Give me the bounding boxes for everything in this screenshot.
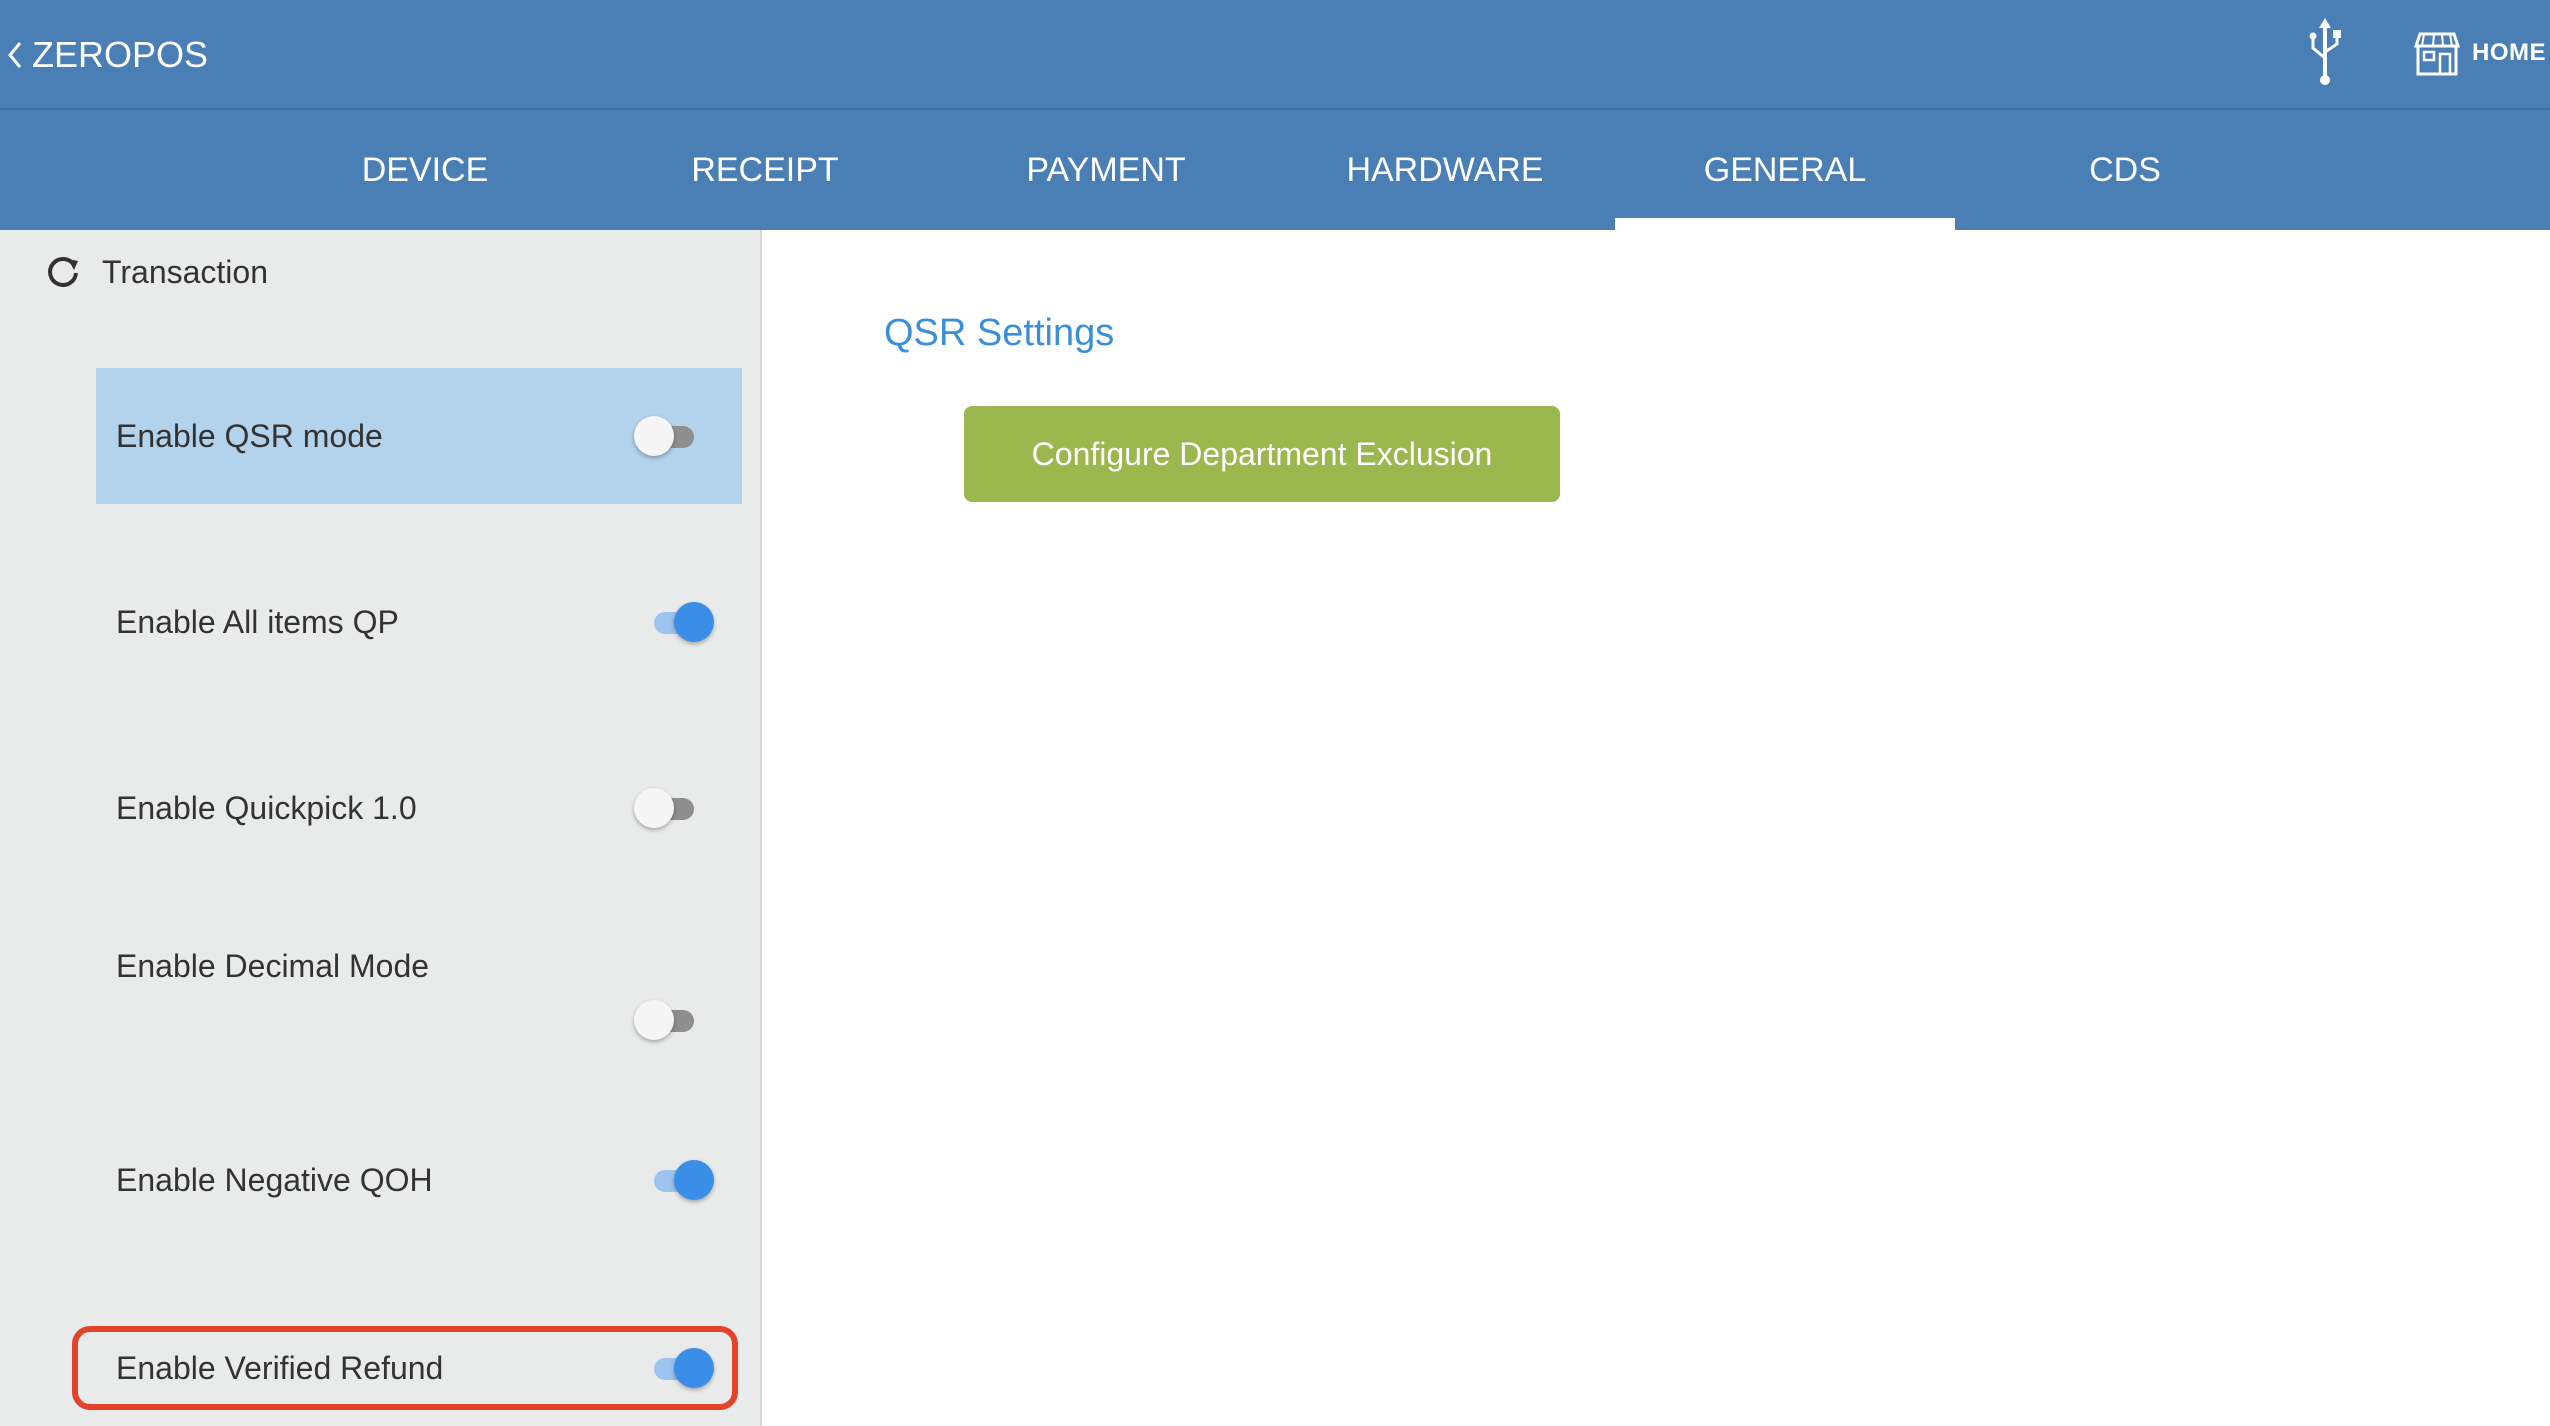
tab-bar: DEVICE RECEIPT PAYMENT HARDWARE GENERAL … [0, 110, 2550, 230]
configure-department-exclusion-button[interactable]: Configure Department Exclusion [964, 406, 1560, 502]
all-items-qp-toggle[interactable] [650, 597, 714, 647]
top-bar: ZEROPOS HOME [0, 0, 2550, 110]
qsr-mode-toggle[interactable] [634, 411, 698, 461]
main-content: QSR Settings Configure Department Exclus… [764, 230, 2550, 1426]
home-label: HOME [2472, 39, 2546, 66]
tab-receipt[interactable]: RECEIPT [595, 110, 935, 230]
setting-label: Enable Quickpick 1.0 [116, 789, 417, 826]
setting-row-qsr-mode[interactable]: Enable QSR mode [96, 368, 742, 504]
back-button[interactable]: ZEROPOS [0, 0, 208, 110]
setting-label: Enable All items QP [116, 603, 399, 640]
settings-sidebar: Transaction Enable QSR mode Enable All i… [0, 230, 762, 1426]
app-title: ZEROPOS [32, 34, 209, 75]
refresh-icon [48, 257, 78, 287]
setting-label: Enable QSR mode [116, 417, 383, 454]
setting-row-decimal-mode[interactable]: Enable Decimal Mode [96, 900, 742, 1100]
store-icon [2413, 32, 2461, 76]
setting-row-verified-refund[interactable]: Enable Verified Refund [72, 1326, 738, 1410]
decimal-mode-toggle[interactable] [634, 995, 698, 1045]
quickpick-toggle[interactable] [634, 783, 698, 833]
tab-hardware[interactable]: HARDWARE [1275, 110, 1615, 230]
qsr-settings-title: QSR Settings [884, 312, 1115, 354]
transaction-section-header[interactable]: Transaction [44, 244, 268, 300]
section-title: Transaction [102, 253, 268, 290]
tab-cds[interactable]: CDS [1955, 110, 2295, 230]
setting-label: Enable Negative QOH [116, 1161, 433, 1198]
negative-qoh-toggle[interactable] [650, 1155, 714, 1205]
verified-refund-toggle[interactable] [650, 1343, 714, 1393]
usb-icon[interactable] [2305, 18, 2345, 88]
setting-label: Enable Verified Refund [116, 1349, 444, 1386]
setting-row-quickpick[interactable]: Enable Quickpick 1.0 [96, 740, 742, 876]
home-button[interactable]: HOME [2410, 20, 2546, 86]
tab-device[interactable]: DEVICE [255, 110, 595, 230]
setting-label: Enable Decimal Mode [116, 948, 430, 984]
setting-row-negative-qoh[interactable]: Enable Negative QOH [96, 1112, 742, 1248]
tab-payment[interactable]: PAYMENT [936, 110, 1276, 230]
setting-row-all-items-qp[interactable]: Enable All items QP [96, 554, 742, 690]
tab-general[interactable]: GENERAL [1615, 110, 1955, 230]
chevron-left-icon [8, 42, 22, 68]
